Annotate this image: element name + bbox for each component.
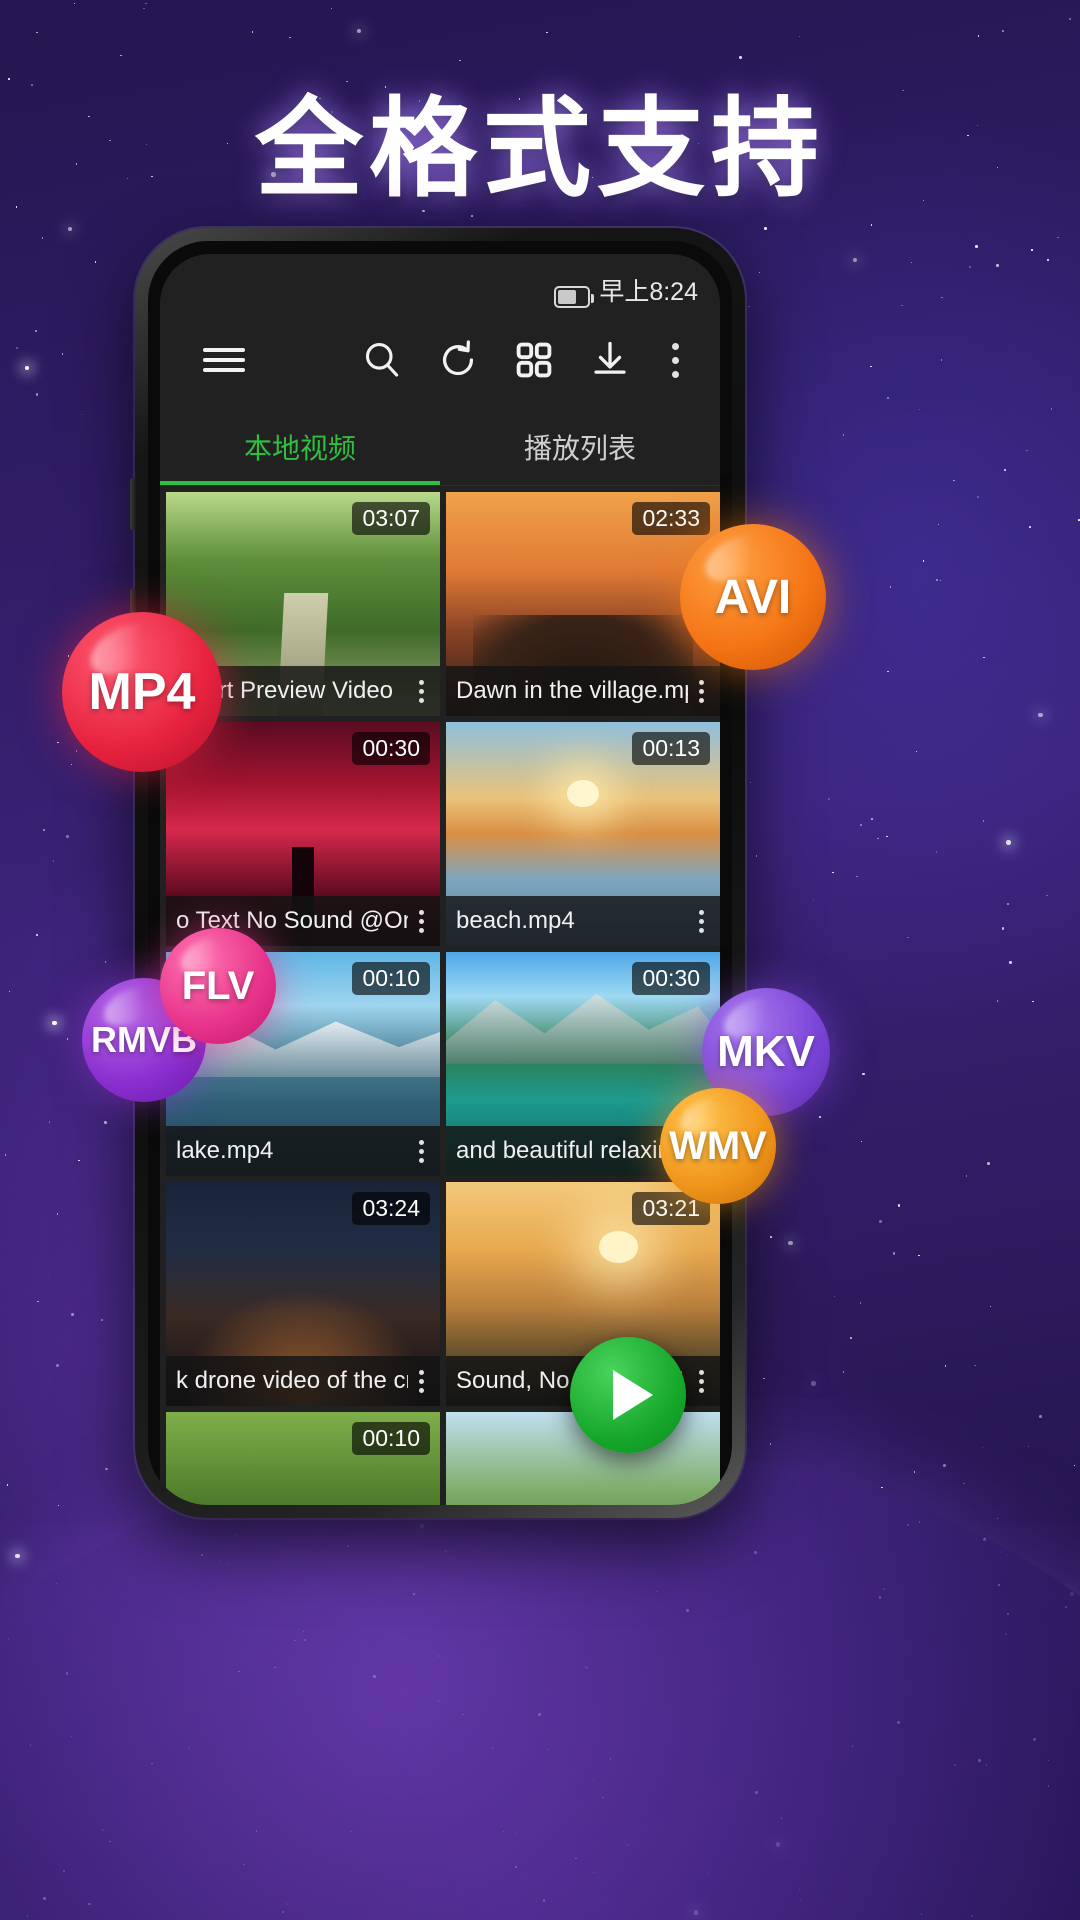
video-cell[interactable]: 00:10: [166, 1412, 440, 1505]
phone-side-button: [130, 478, 136, 530]
video-duration: 00:10: [352, 1422, 430, 1455]
play-fab-button[interactable]: [570, 1337, 686, 1453]
phone-bezel: 早上8:24 本地视频 播放列表 03:07 Short Preview Vid…: [148, 241, 732, 1505]
format-bubble-wmv: WMV: [660, 1088, 776, 1204]
tab-local-videos-label: 本地视频: [243, 432, 356, 464]
tab-bar: 本地视频 播放列表: [160, 408, 720, 486]
app-screen: 早上8:24 本地视频 播放列表 03:07 Short Preview Vid…: [160, 254, 720, 1505]
phone-mockup: 早上8:24 本地视频 播放列表 03:07 Short Preview Vid…: [130, 228, 745, 1518]
format-bubble-avi: AVI: [680, 524, 826, 670]
video-duration: 00:30: [632, 962, 710, 995]
battery-icon: [554, 286, 595, 308]
hamburger-menu-icon: [203, 342, 245, 378]
page-title: 全格式支持: [254, 87, 825, 212]
video-duration: 03:24: [352, 1192, 430, 1225]
video-more-icon[interactable]: [688, 1369, 714, 1393]
more-vertical-icon: [662, 342, 688, 378]
video-duration: 00:30: [352, 732, 430, 765]
search-button[interactable]: [344, 322, 420, 398]
video-duration: 02:33: [632, 502, 710, 535]
video-caption: k drone video of the cra: [166, 1356, 440, 1406]
tab-local-videos[interactable]: 本地视频: [160, 408, 440, 485]
video-cell[interactable]: 00:30 o Text No Sound @On: [166, 722, 440, 946]
status-bar-time: 早上8:24: [599, 278, 698, 306]
more-options-button[interactable]: [648, 322, 702, 398]
video-caption: Dawn in the village.mp4: [446, 666, 720, 716]
video-more-icon[interactable]: [688, 909, 714, 933]
video-duration: 03:07: [352, 502, 430, 535]
download-icon: [594, 341, 626, 374]
tab-playlist-label: 播放列表: [523, 432, 636, 464]
video-cell[interactable]: 02:33 Dawn in the village.mp4: [446, 492, 720, 716]
video-title: lake.mp4: [176, 1137, 274, 1164]
search-icon: [365, 343, 399, 377]
video-title: k drone video of the cra: [176, 1367, 408, 1394]
status-bar: 早上8:24: [160, 254, 720, 312]
grid-view-button[interactable]: [496, 322, 572, 398]
download-button[interactable]: [572, 322, 648, 398]
video-title: beach.mp4: [456, 907, 575, 934]
video-duration: 00:10: [352, 962, 430, 995]
refresh-icon: [442, 340, 474, 376]
format-bubble-mp4: MP4: [62, 612, 222, 772]
video-more-icon[interactable]: [408, 1139, 434, 1163]
hamburger-menu-button[interactable]: [186, 322, 262, 398]
tab-playlist[interactable]: 播放列表: [440, 408, 720, 485]
video-title: Dawn in the village.mp4: [456, 677, 688, 704]
format-bubble-flv: FLV: [160, 928, 276, 1044]
video-title: and beautiful relaxing m: [456, 1137, 688, 1164]
video-cell[interactable]: 00:13 beach.mp4: [446, 722, 720, 946]
video-more-icon[interactable]: [408, 1369, 434, 1393]
grid-view-icon: [516, 342, 552, 378]
video-more-icon[interactable]: [688, 679, 714, 703]
video-more-icon[interactable]: [408, 909, 434, 933]
app-toolbar: [160, 312, 720, 408]
video-caption: lake.mp4: [166, 1126, 440, 1176]
play-icon: [613, 1370, 653, 1420]
video-duration: 00:13: [632, 732, 710, 765]
video-more-icon[interactable]: [408, 679, 434, 703]
refresh-button[interactable]: [420, 322, 496, 398]
video-cell[interactable]: 03:24 k drone video of the cra: [166, 1182, 440, 1406]
video-caption: beach.mp4: [446, 896, 720, 946]
